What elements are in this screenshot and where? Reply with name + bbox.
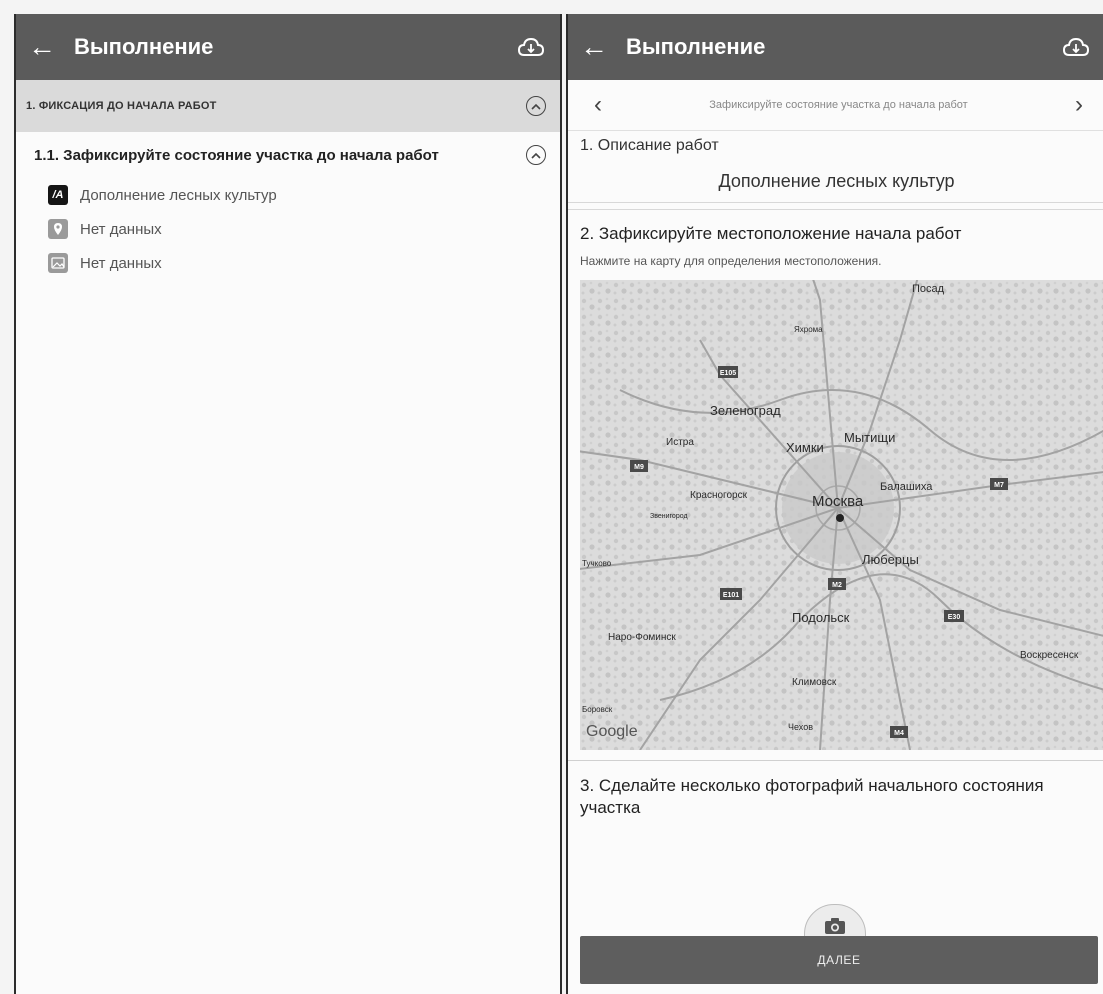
app-bar: ← Выполнение: [568, 14, 1103, 80]
page-title: Выполнение: [74, 34, 214, 59]
road-badge: M9: [634, 464, 644, 471]
cloud-sync-icon: [517, 37, 545, 56]
map-label: Посад: [912, 283, 945, 295]
road-badge: E30: [948, 614, 961, 621]
block-heading-location: 2. Зафиксируйте местоположение начала ра…: [568, 209, 1103, 250]
chevron-up-icon: [531, 152, 541, 159]
map-canvas[interactable]: E105 M9 M7 E101 M2 E30 M4 Яхрома Зеленог…: [569, 269, 1103, 751]
map-label: Москва: [812, 493, 864, 510]
list-item-label: Нет данных: [80, 254, 162, 272]
cloud-sync-icon: [1062, 37, 1090, 56]
map-label: Боровск: [582, 705, 613, 714]
road-badge: M2: [832, 582, 842, 589]
subsection-title: 1.1. Зафиксируйте состояние участка до н…: [34, 146, 439, 164]
block-heading-photos: 3. Сделайте несколько фотографий начальн…: [568, 760, 1103, 825]
list-item-label: Дополнение лесных культур: [80, 186, 277, 204]
subsection-header[interactable]: 1.1. Зафиксируйте состояние участка до н…: [16, 132, 560, 178]
arrow-left-icon: ←: [580, 31, 608, 62]
map-label: Балашиха: [880, 481, 933, 493]
map-center-marker: [836, 514, 844, 522]
location-icon: [48, 219, 68, 239]
location-hint: Нажмите на карту для определения местопо…: [580, 254, 882, 268]
road-badge: M7: [994, 482, 1004, 489]
cloud-sync-button[interactable]: [502, 36, 560, 58]
step-navigator: ‹ Зафиксируйте состояние участка до нача…: [568, 80, 1103, 131]
list-item-location[interactable]: Нет данных: [16, 212, 560, 246]
google-logo: Google: [586, 723, 638, 740]
section-header[interactable]: 1. ФИКСАЦИЯ ДО НАЧАЛА РАБОТ: [16, 80, 560, 132]
collapse-subsection-button[interactable]: [526, 145, 546, 165]
chevron-up-icon: [531, 103, 541, 110]
map-label: Тучково: [582, 559, 612, 568]
location-map[interactable]: E105 M9 M7 E101 M2 E30 M4 Яхрома Зеленог…: [569, 269, 1103, 751]
map-label: Яхрома: [794, 325, 823, 334]
right-screen: ← Выполнение ‹ Зафиксируйте состояние уч…: [566, 14, 1103, 994]
map-label: Зеленоград: [710, 403, 781, 418]
app-bar: ← Выполнение: [16, 14, 560, 80]
next-button[interactable]: ДАЛЕЕ: [580, 936, 1098, 984]
left-screen: ← Выполнение 1. ФИКСАЦИЯ ДО НАЧАЛА РАБОТ…: [14, 14, 562, 994]
prev-step-button[interactable]: ‹: [586, 91, 610, 119]
back-button[interactable]: ←: [16, 14, 68, 80]
text-icon: /A: [48, 185, 68, 205]
work-description-value: Дополнение лесных культур: [568, 157, 1103, 203]
arrow-left-icon: ←: [28, 31, 56, 62]
map-label: Чехов: [788, 722, 813, 732]
cloud-sync-button[interactable]: [1047, 36, 1103, 58]
list-item-photo[interactable]: Нет данных: [16, 246, 560, 280]
map-label: Истра: [666, 437, 694, 448]
map-label: Наро-Фоминск: [608, 632, 676, 643]
photo-icon: [48, 253, 68, 273]
page-title: Выполнение: [626, 34, 766, 59]
map-label: Мытищи: [844, 430, 895, 445]
road-badge: M4: [894, 730, 904, 737]
block-heading-description: 1. Описание работ: [580, 137, 719, 154]
list-item-label: Нет данных: [80, 220, 162, 238]
map-label: Звенигород: [650, 513, 688, 520]
map-label: Красногорск: [690, 490, 748, 501]
step-title: Зафиксируйте состояние участка до начала…: [709, 99, 968, 111]
list-item-work-type[interactable]: /A Дополнение лесных культур: [16, 178, 560, 212]
collapse-section-button[interactable]: [526, 96, 546, 116]
map-label: Подольск: [792, 610, 850, 625]
road-badge: E101: [723, 592, 739, 599]
map-label: Химки: [786, 440, 824, 455]
road-badge: E105: [720, 370, 736, 377]
camera-icon: [825, 918, 845, 934]
map-label: Люберцы: [862, 552, 919, 567]
next-step-button[interactable]: ›: [1067, 91, 1091, 119]
map-label: Воскресенск: [1020, 650, 1079, 661]
section-title: 1. ФИКСАЦИЯ ДО НАЧАЛА РАБОТ: [26, 100, 217, 112]
back-button[interactable]: ←: [568, 14, 620, 80]
map-label: Климовск: [792, 677, 837, 688]
